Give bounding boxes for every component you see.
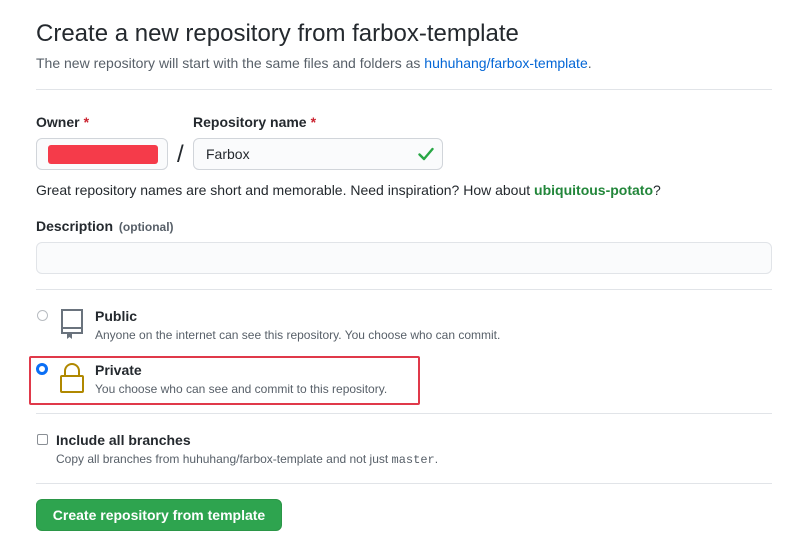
branches-desc-suffix: . bbox=[434, 452, 439, 466]
divider bbox=[36, 483, 772, 484]
repo-name-field[interactable] bbox=[193, 138, 443, 170]
owner-select[interactable] bbox=[36, 138, 168, 170]
check-icon bbox=[418, 147, 434, 166]
divider bbox=[36, 89, 772, 90]
divider bbox=[36, 413, 772, 414]
include-branches-label[interactable]: Include all branches bbox=[56, 432, 191, 448]
repo-name-label: Repository name * bbox=[193, 114, 316, 130]
template-link[interactable]: huhuhang/farbox-template bbox=[424, 55, 587, 71]
divider bbox=[36, 289, 772, 290]
page-subtitle: The new repository will start with the s… bbox=[36, 55, 592, 71]
branch-name-code: master bbox=[391, 453, 435, 467]
repo-icon bbox=[59, 308, 85, 345]
name-hint-prefix: Great repository names are short and mem… bbox=[36, 182, 535, 198]
public-title: Public bbox=[95, 308, 138, 324]
subtitle-prefix: The new repository will start with the s… bbox=[36, 55, 425, 71]
include-branches-checkbox[interactable] bbox=[37, 434, 48, 445]
include-branches-description: Copy all branches from huhuhang/farbox-t… bbox=[56, 452, 438, 467]
name-hint: Great repository names are short and mem… bbox=[36, 182, 661, 198]
page-title: Create a new repository from farbox-temp… bbox=[36, 20, 519, 47]
description-input[interactable] bbox=[37, 243, 771, 273]
public-radio[interactable] bbox=[37, 310, 48, 321]
repo-name-label-text: Repository name bbox=[193, 114, 307, 130]
owner-redaction bbox=[48, 145, 158, 164]
repo-name-required-mark: * bbox=[310, 114, 317, 130]
name-suggestion[interactable]: ubiquitous-potato bbox=[534, 182, 653, 198]
private-option-highlight bbox=[29, 356, 420, 405]
owner-label-text: Owner bbox=[36, 114, 80, 130]
repo-name-input[interactable] bbox=[194, 139, 416, 169]
owner-label: Owner * bbox=[36, 114, 89, 130]
owner-required-mark: * bbox=[83, 114, 90, 130]
name-hint-suffix: ? bbox=[653, 182, 661, 198]
description-field[interactable] bbox=[36, 242, 772, 274]
owner-repo-separator: / bbox=[177, 141, 184, 168]
public-description: Anyone on the internet can see this repo… bbox=[95, 328, 501, 342]
subtitle-suffix: . bbox=[587, 55, 592, 71]
create-repository-button[interactable]: Create repository from template bbox=[36, 499, 282, 531]
branches-desc-prefix: Copy all branches from huhuhang/farbox-t… bbox=[56, 452, 392, 466]
description-optional: (optional) bbox=[118, 220, 174, 234]
description-label-text: Description bbox=[36, 218, 114, 234]
description-label: Description (optional) bbox=[36, 218, 174, 234]
